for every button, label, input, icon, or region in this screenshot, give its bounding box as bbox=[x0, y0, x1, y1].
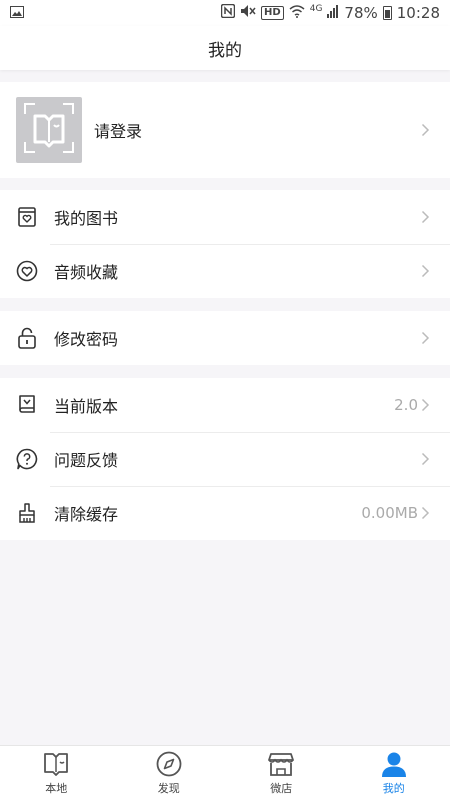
chevron-right-icon bbox=[418, 331, 432, 345]
tab-label: 发现 bbox=[157, 782, 180, 795]
tab-label: 微店 bbox=[270, 782, 293, 795]
tab-label: 本地 bbox=[45, 782, 68, 795]
chevron-right-icon bbox=[418, 264, 432, 278]
network-type: 4G bbox=[309, 4, 323, 14]
broom-icon bbox=[16, 502, 38, 524]
login-row[interactable]: 请登录 bbox=[0, 82, 450, 178]
chevron-right-icon bbox=[418, 123, 432, 137]
compass-icon bbox=[155, 750, 183, 778]
status-bar: HD 4G 78% 10:28 bbox=[0, 0, 450, 26]
chevron-right-icon bbox=[418, 452, 432, 466]
version-icon bbox=[16, 394, 38, 416]
menu-group-app: 当前版本 2.0 问题反馈 清除缓存 0.00MB bbox=[0, 378, 450, 540]
shop-icon bbox=[267, 750, 295, 778]
mute-icon bbox=[240, 4, 256, 22]
chevron-right-icon bbox=[418, 210, 432, 224]
version-value: 2.0 bbox=[394, 396, 418, 414]
hd-badge: HD bbox=[261, 6, 284, 20]
menu-item-label: 我的图书 bbox=[54, 209, 119, 228]
tab-label: 我的 bbox=[382, 782, 405, 795]
tab-shop[interactable]: 微店 bbox=[225, 746, 338, 800]
menu-item-label: 清除缓存 bbox=[54, 505, 119, 524]
chevron-right-icon bbox=[418, 398, 432, 412]
battery-percent: 78% bbox=[344, 4, 378, 22]
book-face-icon bbox=[21, 100, 77, 160]
tab-local[interactable]: 本地 bbox=[0, 746, 113, 800]
avatar bbox=[16, 97, 82, 163]
cache-size-value: 0.00MB bbox=[361, 504, 418, 522]
wifi-icon bbox=[289, 4, 305, 22]
menu-item-audio-favorites[interactable]: 音频收藏 bbox=[0, 244, 450, 298]
menu-item-current-version[interactable]: 当前版本 2.0 bbox=[0, 378, 450, 432]
tab-discover[interactable]: 发现 bbox=[113, 746, 226, 800]
chevron-right-icon bbox=[418, 506, 432, 520]
heart-circle-icon bbox=[16, 260, 38, 282]
signal-icon bbox=[327, 4, 339, 22]
book-heart-icon bbox=[16, 206, 38, 228]
menu-item-feedback[interactable]: 问题反馈 bbox=[0, 432, 450, 486]
page-header: 我的 bbox=[0, 26, 450, 70]
menu-item-label: 问题反馈 bbox=[54, 451, 119, 470]
question-icon bbox=[16, 448, 38, 470]
page-title: 我的 bbox=[208, 40, 242, 61]
menu-item-my-books[interactable]: 我的图书 bbox=[0, 190, 450, 244]
nfc-icon bbox=[220, 3, 236, 22]
menu-item-change-password[interactable]: 修改密码 bbox=[0, 311, 450, 365]
clock: 10:28 bbox=[396, 4, 440, 22]
tab-mine[interactable]: 我的 bbox=[338, 746, 450, 800]
menu-item-label: 当前版本 bbox=[54, 397, 119, 416]
menu-item-label: 修改密码 bbox=[54, 330, 119, 349]
login-label: 请登录 bbox=[94, 122, 143, 141]
battery-icon bbox=[382, 6, 392, 20]
bottom-tab-bar: 本地 发现 微店 我的 bbox=[0, 745, 450, 800]
login-section: 请登录 bbox=[0, 82, 450, 178]
menu-item-label: 音频收藏 bbox=[54, 263, 119, 282]
image-icon bbox=[10, 4, 24, 22]
lock-icon bbox=[16, 327, 38, 349]
menu-group-security: 修改密码 bbox=[0, 311, 450, 365]
person-icon bbox=[380, 750, 408, 778]
local-book-icon bbox=[42, 750, 70, 778]
menu-item-clear-cache[interactable]: 清除缓存 0.00MB bbox=[0, 486, 450, 540]
menu-group-books: 我的图书 音频收藏 bbox=[0, 190, 450, 298]
